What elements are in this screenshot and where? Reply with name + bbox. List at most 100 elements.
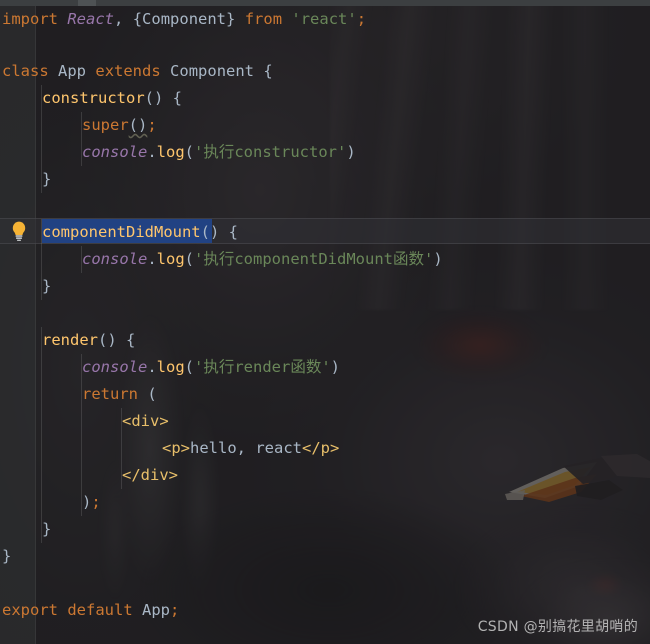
code-line[interactable] — [0, 192, 2, 219]
code-token: () — [128, 116, 148, 134]
code-token: <div> — [122, 412, 169, 430]
code-token: } — [42, 170, 52, 188]
code-line[interactable]: constructor() { — [0, 85, 182, 112]
code-token: 'react' — [291, 10, 357, 28]
code-token: . — [147, 250, 157, 268]
code-token: class — [2, 62, 49, 80]
code-token: console — [82, 358, 148, 376]
code-line[interactable]: console.log('执行constructor') — [0, 139, 356, 166]
code-token: App — [58, 62, 87, 80]
code-token: console — [82, 143, 148, 161]
code-token: } — [226, 10, 236, 28]
code-token: } — [42, 277, 52, 295]
code-line[interactable]: </div> — [0, 462, 178, 489]
code-line[interactable]: <p>hello, react</p> — [0, 435, 339, 462]
code-token: componentDidMount — [42, 223, 201, 241]
code-token: ; — [356, 10, 367, 28]
code-line[interactable]: componentDidMount() { — [0, 219, 238, 246]
code-line[interactable]: <div> — [0, 408, 169, 435]
code-token: console — [82, 250, 148, 268]
code-token: } — [42, 520, 52, 538]
code-token: extends — [95, 62, 161, 80]
code-token: export — [2, 601, 58, 619]
code-line[interactable]: } — [0, 543, 11, 570]
code-line[interactable]: console.log('执行componentDidMount函数') — [0, 246, 443, 273]
code-token: log — [156, 250, 185, 268]
code-token: from — [244, 10, 283, 28]
code-line[interactable] — [0, 300, 2, 327]
code-token: '执行render函数' — [194, 358, 331, 376]
code-token: super — [82, 116, 129, 134]
code-line[interactable]: } — [0, 166, 51, 193]
code-content[interactable]: import React, {Component} from 'react'; c… — [0, 0, 650, 644]
code-token: ) — [433, 250, 443, 268]
code-token: App — [142, 601, 171, 619]
code-line[interactable] — [0, 570, 2, 597]
code-token: ( — [184, 358, 195, 376]
code-token: Component — [170, 62, 255, 80]
code-token: import — [2, 10, 58, 28]
code-token: render — [42, 331, 98, 349]
code-token: return — [82, 385, 138, 403]
watermark: CSDN @别搞花里胡哨的 — [477, 619, 638, 635]
code-token: '执行componentDidMount函数' — [194, 250, 434, 268]
code-token: { — [132, 10, 143, 28]
code-token: } — [2, 547, 12, 565]
code-token: { — [228, 223, 238, 241]
code-token: ; — [147, 116, 157, 134]
code-token: () — [144, 89, 164, 107]
code-line[interactable]: class App extends Component { — [0, 58, 273, 85]
code-token: React — [67, 10, 115, 28]
code-line[interactable]: } — [0, 516, 51, 543]
code-token: </div> — [122, 466, 178, 484]
code-token: ; — [170, 601, 180, 619]
code-token: '执行constructor' — [194, 143, 347, 161]
code-token: log — [156, 358, 185, 376]
code-token: ) — [346, 143, 356, 161]
code-line[interactable]: export default App; — [0, 597, 179, 624]
code-token: ( — [147, 385, 157, 403]
code-line[interactable]: super(); — [0, 112, 157, 139]
code-token: { — [126, 331, 136, 349]
code-token: ) — [82, 493, 92, 511]
code-token: , — [114, 10, 133, 28]
code-token: . — [147, 143, 157, 161]
code-editor-window[interactable]: import React, {Component} from 'react'; c… — [0, 0, 650, 644]
code-token: () — [98, 331, 117, 349]
code-token: () — [200, 223, 220, 241]
code-line[interactable]: } — [0, 273, 51, 300]
code-token: default — [67, 601, 133, 619]
code-line[interactable]: render() { — [0, 327, 135, 354]
code-line[interactable]: import React, {Component} from 'react'; — [0, 6, 366, 33]
code-line[interactable] — [0, 33, 2, 60]
code-token: { — [263, 62, 273, 80]
code-token: log — [156, 143, 185, 161]
code-token: . — [147, 358, 157, 376]
code-token: hello, react — [190, 439, 302, 457]
code-line[interactable]: return ( — [0, 381, 157, 408]
code-token: </p> — [301, 439, 340, 457]
code-token: ) — [330, 358, 341, 376]
code-token: constructor — [42, 89, 145, 107]
code-line[interactable]: ); — [0, 489, 101, 516]
code-line[interactable]: console.log('执行render函数') — [0, 354, 340, 381]
code-token: Component — [142, 10, 227, 28]
code-token: ( — [184, 250, 195, 268]
code-token: ; — [91, 493, 101, 511]
code-token: <p> — [162, 439, 190, 457]
code-token: ( — [184, 143, 195, 161]
code-token: { — [172, 89, 183, 107]
